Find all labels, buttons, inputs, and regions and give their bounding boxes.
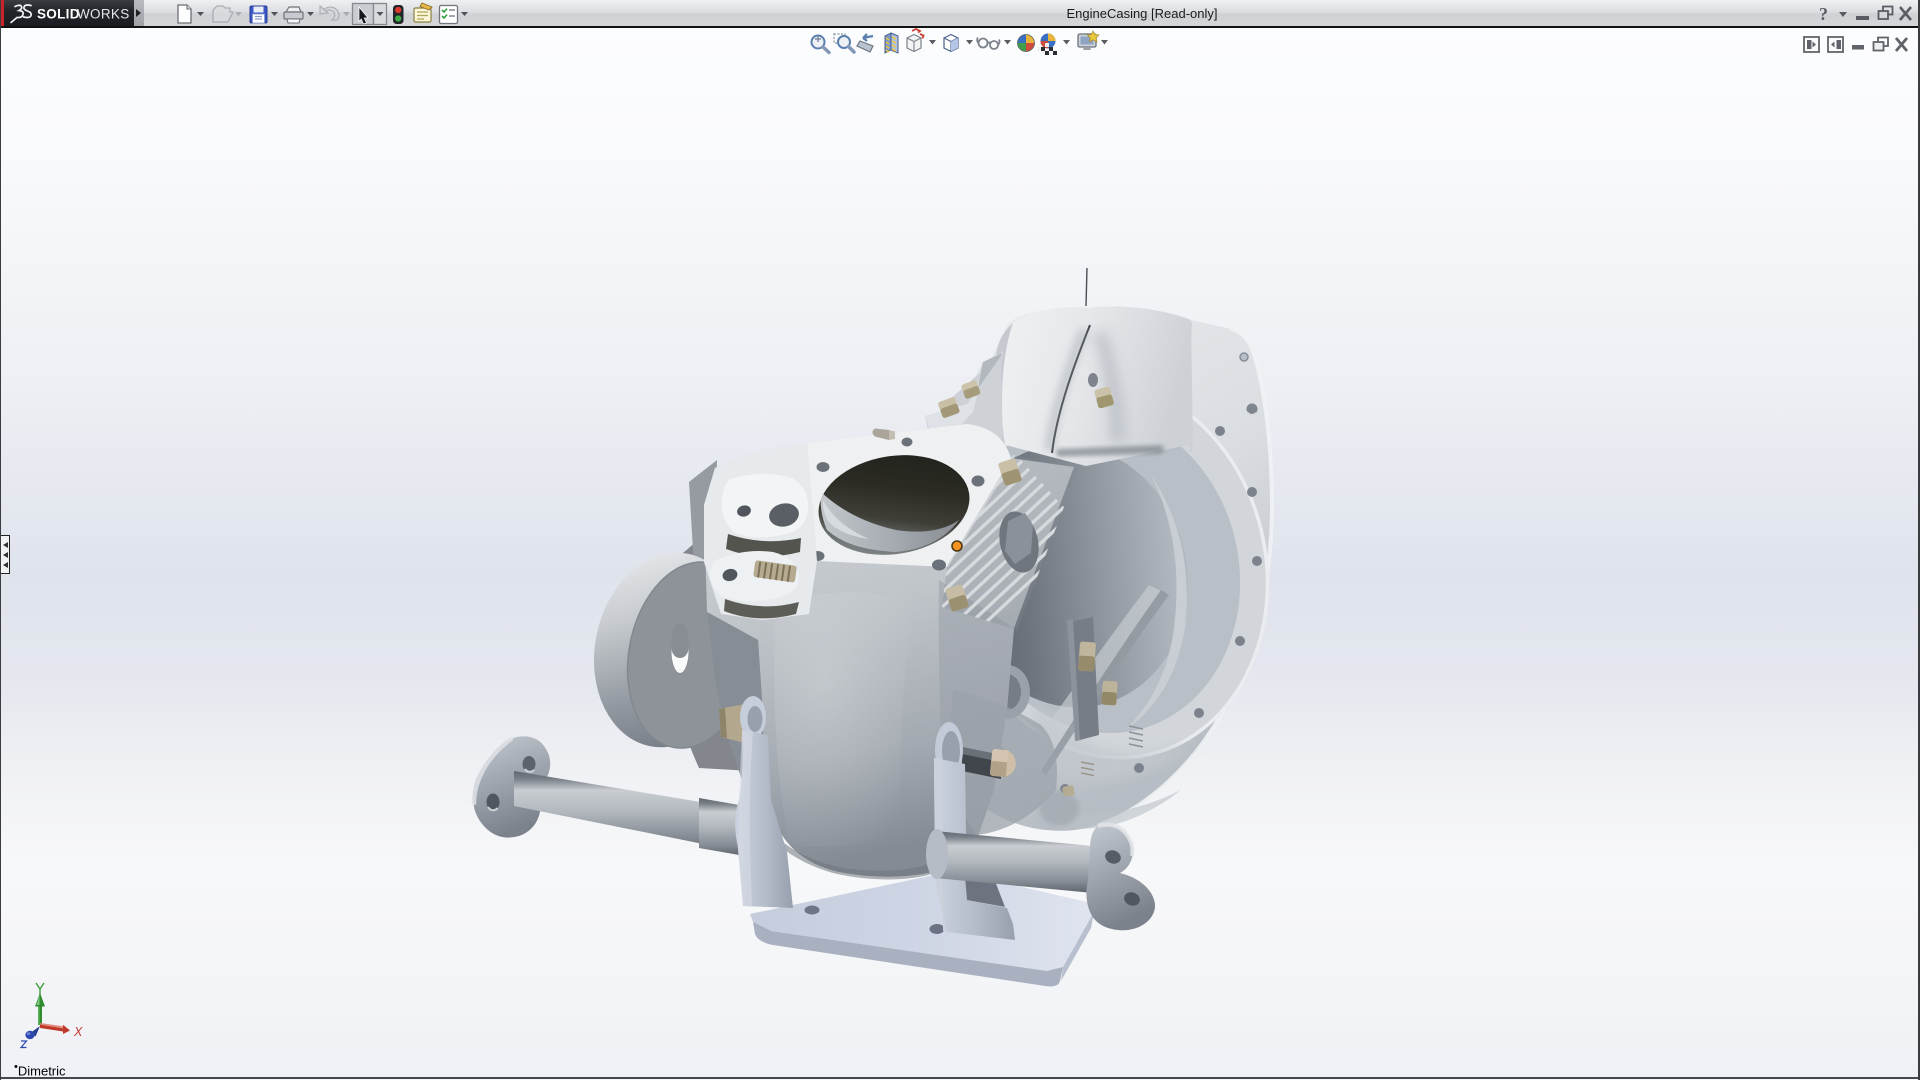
svg-text:X: X — [73, 1025, 83, 1039]
